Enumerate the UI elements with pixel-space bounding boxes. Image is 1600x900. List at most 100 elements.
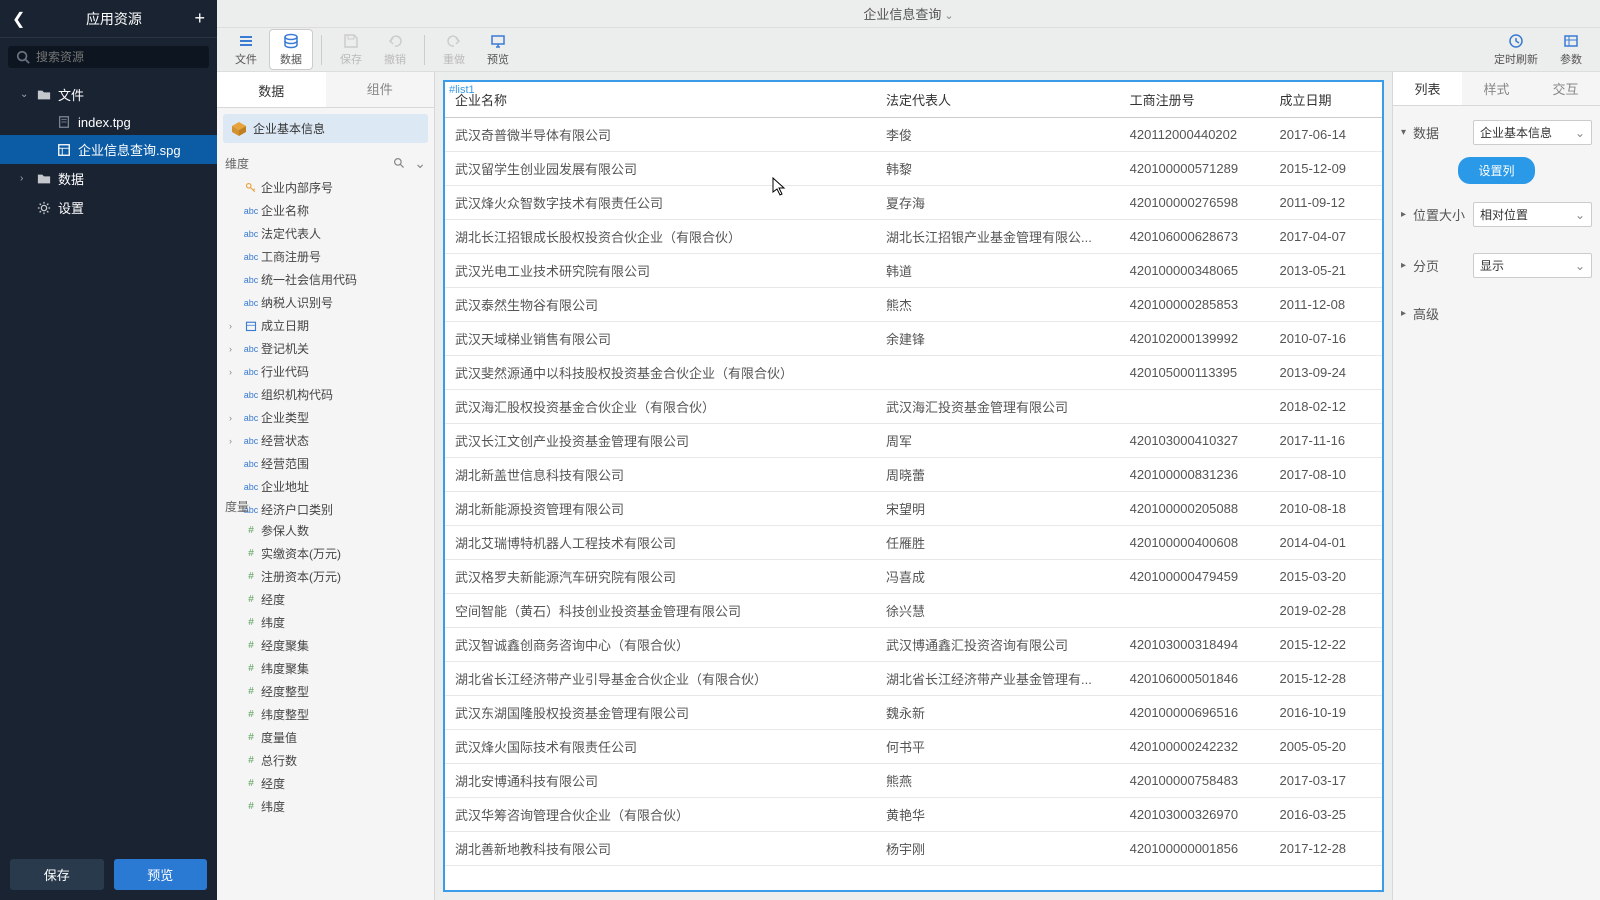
table-widget[interactable]: #list1 企业名称法定代表人工商注册号成立日期武汉奇普微半导体有限公司李俊4… bbox=[443, 80, 1384, 892]
column-header[interactable]: 工商注册号 bbox=[1120, 82, 1270, 118]
table-cell: 2015-12-09 bbox=[1270, 152, 1382, 186]
dimension-item[interactable]: abc纳税人识别号 bbox=[225, 291, 426, 314]
tab-data[interactable]: 数据 bbox=[217, 72, 326, 107]
dimension-item[interactable]: ›成立日期 bbox=[225, 314, 426, 337]
add-icon[interactable]: + bbox=[194, 8, 205, 29]
sidebar-search bbox=[0, 38, 217, 76]
expand-icon[interactable]: ▸ bbox=[1401, 308, 1413, 319]
tree-node-gear[interactable]: 设置 bbox=[0, 193, 217, 222]
toolbar-redo-button[interactable]: 重做 bbox=[433, 30, 475, 69]
table-row[interactable]: 空间智能（黄石）科技创业投资基金管理有限公司徐兴慧2019-02-28 bbox=[445, 594, 1382, 628]
tab-interact[interactable]: 交互 bbox=[1531, 72, 1600, 105]
table-row[interactable]: 武汉智诚鑫创商务咨询中心（有限合伙）武汉博通鑫汇投资咨询有限公司42010300… bbox=[445, 628, 1382, 662]
expand-icon[interactable]: ▸ bbox=[1401, 209, 1413, 220]
chevron-down-icon[interactable]: ⌄ bbox=[414, 155, 426, 172]
position-select[interactable]: 相对位置 bbox=[1473, 202, 1592, 227]
table-cell: 夏存海 bbox=[876, 186, 1120, 220]
tree-node-folder[interactable]: ›数据 bbox=[0, 164, 217, 193]
measure-item[interactable]: #纬度聚集 bbox=[225, 657, 426, 680]
measure-item[interactable]: #经度整型 bbox=[225, 680, 426, 703]
save-button[interactable]: 保存 bbox=[10, 859, 104, 890]
table-row[interactable]: 武汉留学生创业园发展有限公司韩黎4201000005712892015-12-0… bbox=[445, 152, 1382, 186]
toolbar-save-button[interactable]: 保存 bbox=[330, 30, 372, 69]
tab-style[interactable]: 样式 bbox=[1462, 72, 1531, 105]
measure-item[interactable]: #度量值 bbox=[225, 726, 426, 749]
search-box[interactable] bbox=[8, 46, 209, 68]
table-row[interactable]: 湖北省长江经济带产业引导基金合伙企业（有限合伙）湖北省长江经济带产业基金管理有.… bbox=[445, 662, 1382, 696]
toolbar-clock-button[interactable]: 定时刷新 bbox=[1484, 30, 1548, 69]
table-row[interactable]: 武汉格罗夫新能源汽车研究院有限公司冯喜成4201000004794592015-… bbox=[445, 560, 1382, 594]
measure-item[interactable]: #纬度 bbox=[225, 795, 426, 818]
search-input[interactable] bbox=[36, 50, 201, 64]
tree-node-spg[interactable]: 企业信息查询.spg bbox=[0, 135, 217, 164]
table-row[interactable]: 武汉光电工业技术研究院有限公司韩道4201000003480652013-05-… bbox=[445, 254, 1382, 288]
table-row[interactable]: 湖北长江招银成长股权投资合伙企业（有限合伙）湖北长江招银产业基金管理有限公...… bbox=[445, 220, 1382, 254]
dimension-item[interactable]: ›abc登记机关 bbox=[225, 337, 426, 360]
toolbar-monitor-button[interactable]: 预览 bbox=[477, 30, 519, 69]
data-source[interactable]: 企业基本信息 bbox=[223, 114, 428, 143]
table-row[interactable]: 武汉泰然生物谷有限公司熊杰4201000002858532011-12-08 bbox=[445, 288, 1382, 322]
tree-label: 文件 bbox=[58, 85, 84, 104]
table-row[interactable]: 武汉天域梯业销售有限公司余建锋4201020001399922010-07-16 bbox=[445, 322, 1382, 356]
table-row[interactable]: 湖北善新地教科技有限公司杨宇刚4201000000018562017-12-28 bbox=[445, 832, 1382, 866]
tree-node-file[interactable]: index.tpg bbox=[0, 109, 217, 135]
search-icon[interactable] bbox=[393, 157, 406, 170]
table-row[interactable]: 武汉海汇股权投资基金合伙企业（有限合伙）武汉海汇投资基金管理有限公司2018-0… bbox=[445, 390, 1382, 424]
dimension-item[interactable]: ›abc行业代码 bbox=[225, 360, 426, 383]
table-row[interactable]: 武汉斐然源通中以科技股权投资基金合伙企业（有限合伙）42010500011339… bbox=[445, 356, 1382, 390]
tab-list[interactable]: 列表 bbox=[1393, 72, 1462, 105]
table-row[interactable]: 湖北安博通科技有限公司熊燕4201000007584832017-03-17 bbox=[445, 764, 1382, 798]
dimension-item[interactable]: abc组织机构代码 bbox=[225, 383, 426, 406]
toolbar-undo-button[interactable]: 撤销 bbox=[374, 30, 416, 69]
toolbar-params-button[interactable]: 参数 bbox=[1550, 30, 1592, 69]
table-row[interactable]: 湖北新能源投资管理有限公司宋望明4201000002050882010-08-1… bbox=[445, 492, 1382, 526]
dimension-item[interactable]: abc法定代表人 bbox=[225, 222, 426, 245]
dimension-item[interactable]: abc工商注册号 bbox=[225, 245, 426, 268]
pagination-select[interactable]: 显示 bbox=[1473, 253, 1592, 278]
measure-item[interactable]: #纬度 bbox=[225, 611, 426, 634]
dimension-item[interactable]: abc企业名称 bbox=[225, 199, 426, 222]
table-row[interactable]: 武汉奇普微半导体有限公司李俊4201120004402022017-06-14 bbox=[445, 118, 1382, 152]
preview-button[interactable]: 预览 bbox=[114, 859, 208, 890]
chevron-icon[interactable]: ⌄ bbox=[20, 89, 32, 100]
column-header[interactable]: 成立日期 bbox=[1270, 82, 1382, 118]
table-cell: 周晓蕾 bbox=[876, 458, 1120, 492]
table-row[interactable]: 武汉华筹咨询管理合伙企业（有限合伙）黄艳华4201030003269702016… bbox=[445, 798, 1382, 832]
chevron-icon[interactable]: › bbox=[20, 173, 32, 184]
dimension-item[interactable]: abc统一社会信用代码 bbox=[225, 268, 426, 291]
dimension-item[interactable]: ›abc企业类型 bbox=[225, 406, 426, 429]
spg-icon bbox=[56, 142, 72, 158]
measure-item[interactable]: #总行数 bbox=[225, 749, 426, 772]
data-source-select[interactable]: 企业基本信息 bbox=[1473, 120, 1592, 145]
measure-item[interactable]: #实缴资本(万元) bbox=[225, 542, 426, 565]
page-title-dropdown[interactable]: 企业信息查询 bbox=[863, 4, 953, 23]
measure-item[interactable]: #经度 bbox=[225, 588, 426, 611]
column-header[interactable]: 企业名称 bbox=[445, 82, 876, 118]
back-icon[interactable]: ❮ bbox=[12, 9, 25, 29]
measure-item[interactable]: #经度聚集 bbox=[225, 634, 426, 657]
table-cell: 2017-06-14 bbox=[1270, 118, 1382, 152]
table-cell: 武汉智诚鑫创商务咨询中心（有限合伙） bbox=[445, 628, 876, 662]
dimension-item[interactable]: abc经营范围 bbox=[225, 452, 426, 475]
table-row[interactable]: 武汉东湖国隆股权投资基金管理有限公司魏永新4201000006965162016… bbox=[445, 696, 1382, 730]
tab-components[interactable]: 组件 bbox=[326, 72, 435, 107]
tree-node-folder[interactable]: ⌄ 文件 bbox=[0, 80, 217, 109]
table-row[interactable]: 武汉烽火国际技术有限责任公司何书平4201000002422322005-05-… bbox=[445, 730, 1382, 764]
measure-item[interactable]: #经度 bbox=[225, 772, 426, 795]
set-columns-button[interactable]: 设置列 bbox=[1458, 157, 1534, 184]
dimension-item[interactable]: 企业内部序号 bbox=[225, 176, 426, 199]
table-row[interactable]: 湖北新盖世信息科技有限公司周晓蕾4201000008312362017-08-1… bbox=[445, 458, 1382, 492]
dimension-item[interactable]: ›abc经营状态 bbox=[225, 429, 426, 452]
table-row[interactable]: 武汉长江文创产业投资基金管理有限公司周军4201030004103272017-… bbox=[445, 424, 1382, 458]
expand-icon[interactable]: ▸ bbox=[1401, 260, 1413, 271]
table-row[interactable]: 武汉烽火众智数字技术有限责任公司夏存海4201000002765982011-0… bbox=[445, 186, 1382, 220]
measure-item[interactable]: #纬度整型 bbox=[225, 703, 426, 726]
table-row[interactable]: 湖北艾瑞博特机器人工程技术有限公司任雁胜4201000004006082014-… bbox=[445, 526, 1382, 560]
table-cell: 420100000205088 bbox=[1120, 492, 1270, 526]
measure-item[interactable]: #注册资本(万元) bbox=[225, 565, 426, 588]
collapse-icon[interactable]: ▾ bbox=[1401, 127, 1413, 138]
measure-item[interactable]: #参保人数 bbox=[225, 519, 426, 542]
toolbar-db-button[interactable]: 数据 bbox=[269, 29, 313, 70]
toolbar-menu-button[interactable]: 文件 bbox=[225, 30, 267, 69]
column-header[interactable]: 法定代表人 bbox=[876, 82, 1120, 118]
